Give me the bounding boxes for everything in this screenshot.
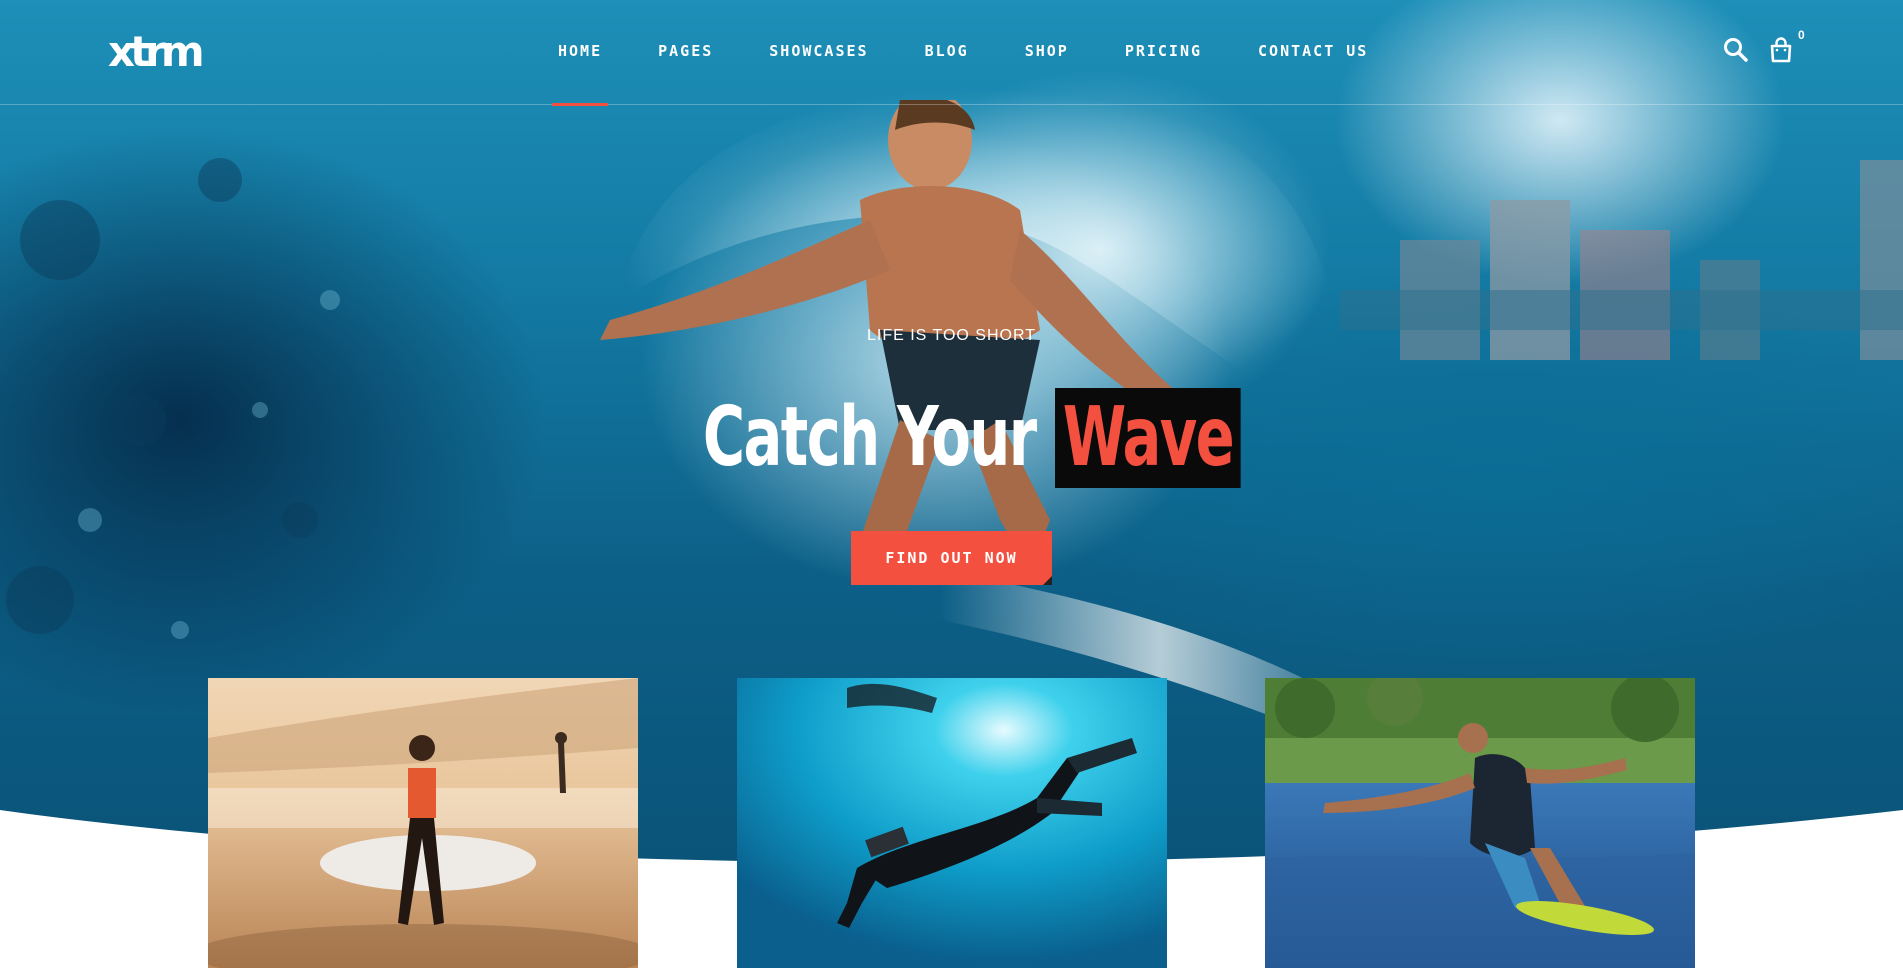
hero-city-skyline [1340, 160, 1903, 360]
site-logo[interactable]: xtrm [108, 30, 208, 74]
nav-item-contact-us[interactable]: CONTACT US [1240, 0, 1386, 105]
nav-item-pages[interactable]: PAGES [640, 0, 731, 105]
feature-card-scuba-diving[interactable] [737, 678, 1167, 968]
search-icon[interactable] [1722, 36, 1750, 64]
beach-surfer-image [208, 678, 638, 968]
nav-item-home[interactable]: HOME [540, 0, 620, 106]
hero-headline: Catch Your Wave [0, 388, 1903, 488]
nav-item-shop[interactable]: SHOP [1007, 0, 1087, 105]
nav-item-showcases[interactable]: SHOWCASES [751, 0, 886, 105]
hero-headline-main: Catch Your [703, 390, 1037, 485]
find-out-now-button[interactable]: FIND OUT NOW [851, 531, 1052, 585]
hero-eyebrow: LIFE IS TOO SHORT [866, 327, 1037, 344]
main-nav: HOME PAGES SHOWCASES BLOG SHOP PRICING C… [540, 0, 1406, 106]
hero-headline-highlight: Wave [1055, 388, 1242, 488]
cart-icon[interactable] [1767, 36, 1795, 64]
cart-count-badge: 0 [1798, 28, 1805, 42]
nav-item-blog[interactable]: BLOG [907, 0, 987, 105]
scuba-diver-image [737, 678, 1167, 968]
feature-card-surf-beach[interactable] [208, 678, 638, 968]
feature-card-water-skiing[interactable] [1265, 678, 1695, 968]
site-header: xtrm HOME PAGES SHOWCASES BLOG SHOP PRIC… [0, 0, 1903, 106]
nav-item-pricing[interactable]: PRICING [1107, 0, 1220, 105]
water-skier-image [1265, 678, 1695, 968]
